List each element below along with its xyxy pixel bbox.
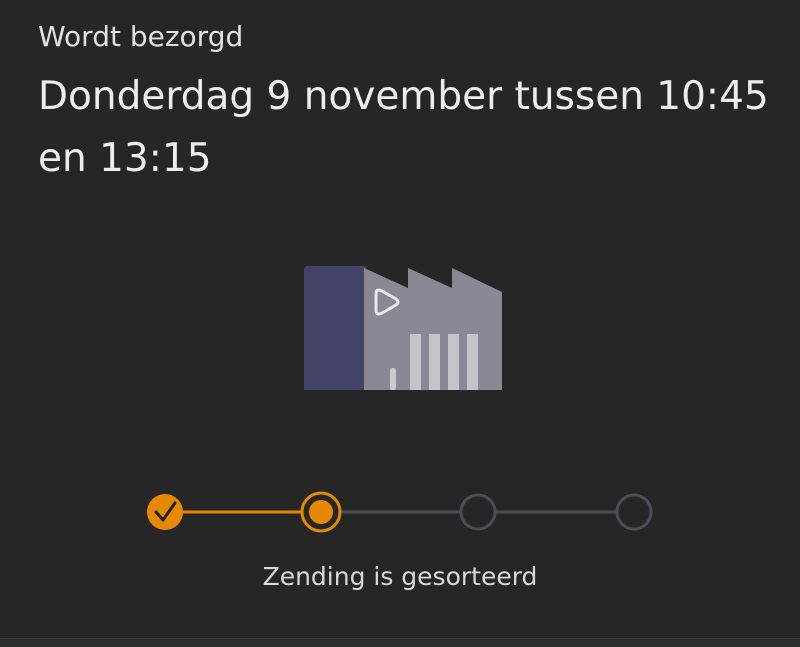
factory-side-wall xyxy=(304,266,366,390)
bottom-divider xyxy=(0,638,800,647)
door-bar xyxy=(467,334,478,390)
progress-step-2-current xyxy=(300,491,342,533)
progress-step-4-pending xyxy=(615,493,653,531)
door-bar xyxy=(448,334,459,390)
door-bar xyxy=(410,334,421,390)
delivery-window: Donderdag 9 november tussen 10:45 en 13:… xyxy=(38,74,769,181)
door-bar xyxy=(429,334,440,390)
progress-step-caption: Zending is gesorteerd xyxy=(262,562,538,591)
progress-step-3-pending xyxy=(459,493,497,531)
factory-post xyxy=(390,368,396,390)
delivery-progress-tracker xyxy=(0,488,800,536)
progress-step-1-done xyxy=(147,494,183,530)
sorting-center-factory-icon xyxy=(300,262,506,392)
status-label: Wordt bezorgd xyxy=(38,20,244,53)
